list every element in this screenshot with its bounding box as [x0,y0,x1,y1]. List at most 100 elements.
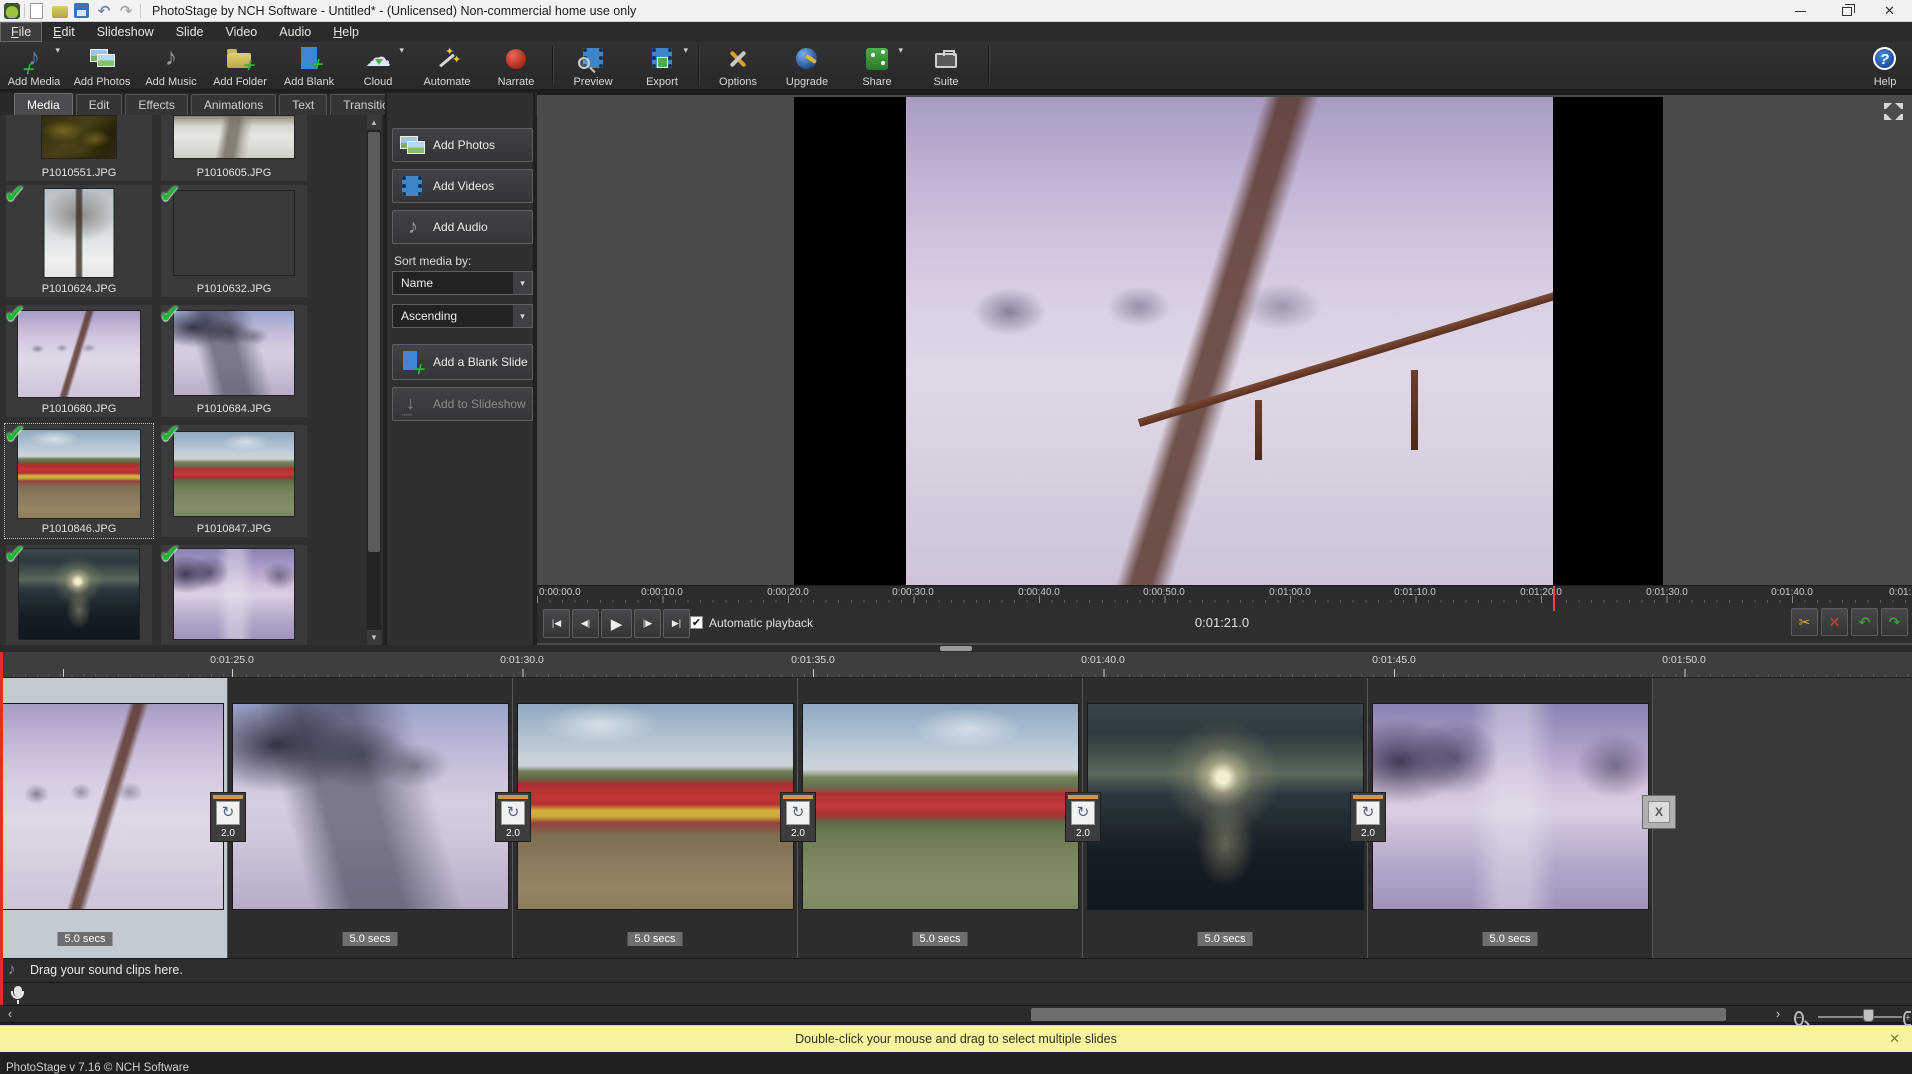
menu-file[interactable]: File [0,22,42,42]
timeline-scrollbar[interactable]: ‹ › − + [0,1005,1912,1023]
step-back-button[interactable]: ◀| [572,609,599,638]
media-item[interactable]: P1010551.JPG [6,115,152,181]
scrubber-playhead[interactable] [1553,586,1555,611]
transition-icon[interactable]: ↻ [1071,801,1095,825]
add-audio-side-button[interactable]: ♪ Add Audio [392,210,533,244]
play-button[interactable]: ▶ [601,609,632,638]
open-project-icon[interactable] [52,6,68,18]
transition-button[interactable]: ↻ 2.0 [210,792,246,842]
scroll-down-icon[interactable]: ▼ [367,630,381,645]
upgrade-button[interactable]: Upgrade [773,43,841,89]
add-photos-button[interactable]: Add Photos [68,43,136,89]
transition-icon[interactable]: ↻ [786,801,810,825]
scrollbar-thumb[interactable] [368,132,380,552]
chevron-down-icon[interactable]: ▾ [513,272,532,294]
menu-slideshow[interactable]: Slideshow [86,22,165,42]
step-forward-button[interactable]: |▶ [634,609,661,638]
add-blank-button[interactable]: ＋ Add Blank [275,43,343,89]
minimize-button[interactable] [1778,0,1823,22]
chevron-down-icon[interactable]: ▾ [513,305,532,327]
automatic-playback-checkbox[interactable]: ✔ [690,616,703,629]
transition-icon[interactable]: ↻ [1356,801,1380,825]
media-item[interactable]: ✔ [161,545,307,645]
add-to-slideshow-button[interactable]: ↓┄┄ Add to Slideshow [392,387,533,421]
zoom-out-icon[interactable]: − [1794,1008,1804,1026]
horizontal-splitter[interactable] [0,645,1912,652]
add-blank-slide-button[interactable]: ＋ Add a Blank Slide [392,344,533,380]
transition-button[interactable]: ↻ 2.0 [780,792,816,842]
tab-animations[interactable]: Animations [191,94,276,115]
close-icon[interactable]: ✕ [1889,1031,1900,1047]
splitter-handle[interactable] [940,646,972,651]
add-photos-side-button[interactable]: Add Photos [392,128,533,162]
suite-button[interactable]: Suite [912,43,980,89]
media-item[interactable]: ✔ P1010684.JPG [161,305,307,417]
help-button[interactable]: ? Help [1851,43,1912,89]
cloud-button[interactable]: ☁ ▾ Cloud [344,43,412,89]
menu-audio[interactable]: Audio [268,22,322,42]
go-to-start-button[interactable]: |◀ [543,609,570,638]
slide-2[interactable]: 5.0 secs [228,678,513,958]
narrate-button[interactable]: Narrate [482,43,550,89]
scroll-up-icon[interactable]: ▲ [367,115,381,130]
delete-button[interactable]: ✕ [1821,608,1848,636]
tab-effects[interactable]: Effects [125,94,187,115]
slide-6[interactable]: 5.0 secs [1368,678,1653,958]
menu-help[interactable]: Help [322,22,370,42]
transition-button[interactable]: ↻ 2.0 [495,792,531,842]
undo-button[interactable]: ↶ [1851,608,1878,636]
split-scissors-button[interactable]: ✂ [1791,608,1818,636]
tab-media[interactable]: Media [14,93,73,115]
media-item[interactable]: ✔ [6,545,152,645]
transition-icon[interactable]: ↻ [501,801,525,825]
preview-scrubber[interactable]: 0:00:00.0 0:00:10.0 0:00:20.0 0:00:30.0 … [537,585,1912,603]
scroll-right-icon[interactable]: › [1770,1006,1786,1023]
media-item[interactable]: ✔ P1010680.JPG [6,305,152,417]
save-project-icon[interactable] [74,3,89,18]
sort-order-select[interactable]: Ascending ▾ [392,304,533,328]
undo-icon[interactable]: ↶ [96,3,112,19]
menu-edit[interactable]: Edit [42,22,86,42]
transition-icon[interactable]: ↻ [216,801,240,825]
automate-button[interactable]: ✦✦ Automate [413,43,481,89]
menu-video[interactable]: Video [214,22,268,42]
zoom-slider-handle[interactable] [1863,1009,1874,1022]
redo-button[interactable]: ↷ [1881,608,1908,636]
timeline-zoom-slider[interactable] [1818,1016,1902,1018]
add-media-button[interactable]: ♪＋ ▾ Add Media [0,43,68,89]
slide-duration[interactable]: 5.0 secs [343,932,398,946]
slide-duration[interactable]: 5.0 secs [1483,932,1538,946]
media-item[interactable]: P1010605.JPG [161,115,307,181]
menu-slide[interactable]: Slide [165,22,215,42]
close-button[interactable]: ✕ [1867,0,1912,22]
export-button[interactable]: ▾ Export [628,43,696,89]
slide-5[interactable]: 5.0 secs [1083,678,1368,958]
scrollbar-thumb[interactable] [1031,1008,1726,1021]
options-button[interactable]: Options [704,43,772,89]
add-videos-side-button[interactable]: Add Videos [392,169,533,203]
slide-3[interactable]: 5.0 secs [513,678,798,958]
narration-track[interactable] [0,982,1912,1005]
transition-button[interactable]: ↻ 2.0 [1350,792,1386,842]
preview-button[interactable]: Preview [559,43,627,89]
new-project-icon[interactable] [30,3,43,19]
media-item-selected[interactable]: ✔ P1010846.JPG [6,425,152,537]
media-item[interactable]: ✔ P1010632.JPG [161,185,307,297]
timeline-playhead[interactable] [0,652,3,1005]
timeline-ruler[interactable]: 0:01:25.0 0:01:30.0 0:01:35.0 0:01:40.0 … [0,652,1912,678]
fullscreen-icon[interactable] [1884,103,1904,121]
end-of-slideshow-marker[interactable]: X [1642,795,1676,829]
add-music-button[interactable]: ♪ Add Music [137,43,205,89]
slide-duration[interactable]: 5.0 secs [1198,932,1253,946]
chevron-down-icon[interactable]: ▾ [399,45,404,56]
restore-button[interactable] [1824,0,1869,22]
chevron-down-icon[interactable]: ▾ [55,45,60,56]
tab-text[interactable]: Text [279,94,327,115]
chevron-down-icon[interactable]: ▾ [683,45,688,56]
add-folder-button[interactable]: ＋ Add Folder [206,43,274,89]
sort-field-select[interactable]: Name ▾ [392,271,533,295]
tab-edit[interactable]: Edit [76,94,123,115]
media-item[interactable]: ✔ P1010847.JPG [161,425,307,537]
share-button[interactable]: ▾ Share [843,43,911,89]
media-item[interactable]: ✔ P1010624.JPG [6,185,152,297]
